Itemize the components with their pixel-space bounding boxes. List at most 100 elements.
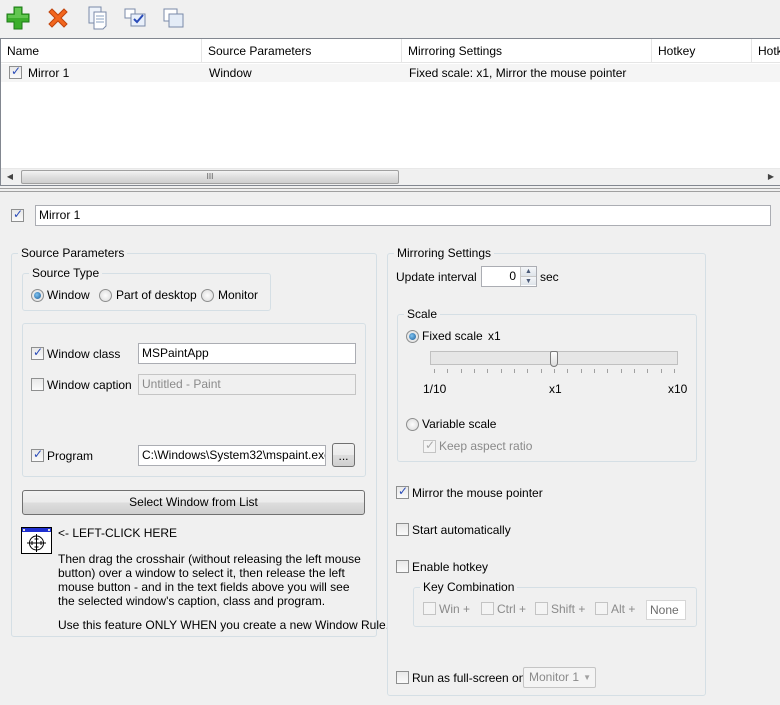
modifier-win-label[interactable]: Win + <box>439 602 470 616</box>
keep-aspect-label[interactable]: Keep aspect ratio <box>439 439 532 453</box>
scroll-right-icon[interactable]: ▶ <box>765 171 777 183</box>
dropdown-arrow-icon: ▼ <box>583 673 591 682</box>
check-list-icon <box>124 8 146 27</box>
mirror-pointer-checkbox[interactable] <box>396 484 409 499</box>
fullscreen-monitor-select[interactable]: Monitor 1 ▼ <box>523 667 596 688</box>
variable-scale-label[interactable]: Variable scale <box>422 417 496 431</box>
list-header: Name Source Parameters Mirroring Setting… <box>1 39 780 63</box>
spin-up-icon[interactable]: ▲ <box>521 267 536 276</box>
window-caption-input[interactable]: Untitled - Paint <box>138 374 356 395</box>
source-type-window-radio[interactable] <box>31 289 44 302</box>
enable-hotkey-checkbox[interactable] <box>396 560 409 573</box>
window-class-input[interactable]: MSPaintApp <box>138 343 356 364</box>
row-mirroring: Fixed scale: x1, Mirror the mouse pointe… <box>409 66 627 80</box>
scale-title: Scale <box>404 307 441 321</box>
source-type-desktop-radio[interactable] <box>99 289 112 302</box>
modifier-win-checkbox[interactable] <box>423 602 436 615</box>
fullscreen-monitor-value: Monitor 1 <box>529 670 580 684</box>
modifier-shift-label[interactable]: Shift + <box>551 602 585 616</box>
window-class-label[interactable]: Window class <box>47 347 120 361</box>
slider-max-label: x10 <box>668 382 688 396</box>
left-click-here-label: <- LEFT-CLICK HERE <box>58 526 178 540</box>
slider-tick <box>540 369 542 373</box>
fullscreen-checkbox[interactable] <box>396 671 409 684</box>
browse-program-button[interactable]: ... <box>332 443 355 467</box>
rule-enabled-checkbox[interactable] <box>11 207 24 222</box>
slider-tick <box>607 369 609 373</box>
source-type-window-label[interactable]: Window <box>47 288 90 302</box>
rule-name-input[interactable]: Mirror 1 <box>35 205 771 226</box>
modifier-ctrl-checkbox[interactable] <box>481 602 494 615</box>
column-header-source[interactable]: Source Parameters <box>202 39 402 63</box>
horizontal-scrollbar[interactable]: ◀ III ▶ <box>1 168 780 185</box>
window-caption-checkbox[interactable] <box>31 378 44 391</box>
program-checkbox[interactable] <box>31 447 44 462</box>
modifier-shift-checkbox[interactable] <box>535 602 548 615</box>
spin-down-icon[interactable]: ▼ <box>521 276 536 285</box>
slider-tick <box>447 369 449 373</box>
start-automatically-label[interactable]: Start automatically <box>412 523 511 537</box>
table-row[interactable]: Mirror 1 Window Fixed scale: x1, Mirror … <box>1 64 780 82</box>
mirroring-settings-title: Mirroring Settings <box>394 246 495 260</box>
modifier-alt-label[interactable]: Alt + <box>611 602 635 616</box>
scale-slider-ticks <box>430 369 678 374</box>
enable-hotkey-label[interactable]: Enable hotkey <box>412 560 488 574</box>
rules-list[interactable]: Name Source Parameters Mirroring Setting… <box>0 38 780 186</box>
slider-tick <box>514 369 515 373</box>
scale-slider-thumb[interactable] <box>550 351 558 367</box>
duplicate-windows-button[interactable] <box>160 4 188 32</box>
source-type-desktop-label[interactable]: Part of desktop <box>116 288 197 302</box>
column-header-mirroring[interactable]: Mirroring Settings <box>402 39 652 63</box>
start-automatically-checkbox[interactable] <box>396 523 409 536</box>
update-interval-unit: sec <box>540 270 559 284</box>
splitter[interactable] <box>0 188 780 192</box>
program-input[interactable]: C:\Windows\System32\mspaint.exe <box>138 445 326 466</box>
window-finder-crosshair[interactable] <box>21 527 52 554</box>
column-header-hotkey-2[interactable]: Hotk <box>752 39 780 63</box>
delete-rule-button[interactable] <box>44 4 72 32</box>
instructions-warning-text: Use this feature ONLY WHEN you create a … <box>58 618 390 632</box>
fullscreen-label[interactable]: Run as full-screen on <box>412 671 525 685</box>
keep-aspect-checkbox[interactable] <box>423 438 436 453</box>
source-type-monitor-label[interactable]: Monitor <box>218 288 258 302</box>
slider-tick <box>660 369 662 373</box>
slider-tick <box>674 369 675 373</box>
program-label[interactable]: Program <box>47 449 93 463</box>
column-header-name[interactable]: Name <box>1 39 202 63</box>
row-enabled-checkbox[interactable] <box>9 64 22 79</box>
slider-tick <box>620 369 622 373</box>
mirror-pointer-label[interactable]: Mirror the mouse pointer <box>412 486 543 500</box>
window-caption-label[interactable]: Window caption <box>47 378 132 392</box>
slider-tick <box>634 369 635 373</box>
copy-rule-button[interactable] <box>84 4 112 32</box>
slider-min-label: 1/10 <box>423 382 447 396</box>
scrollbar-thumb[interactable]: III <box>21 170 399 184</box>
slider-tick <box>487 369 489 373</box>
source-type-monitor-radio[interactable] <box>201 289 214 302</box>
row-name: Mirror 1 <box>28 66 70 80</box>
update-interval-spinner[interactable]: ▲ ▼ <box>520 267 536 286</box>
slider-tick <box>567 369 569 373</box>
scroll-left-icon[interactable]: ◀ <box>4 171 16 183</box>
column-header-hotkey[interactable]: Hotkey <box>652 39 752 63</box>
slider-tick <box>474 369 475 373</box>
hotkey-key-input[interactable]: None <box>646 600 686 620</box>
source-type-title: Source Type <box>29 266 103 280</box>
slider-tick <box>434 369 435 373</box>
select-window-from-list-button[interactable]: Select Window from List <box>22 490 365 515</box>
instructions-text: Then drag the crosshair (without releasi… <box>58 552 361 608</box>
check-all-button[interactable] <box>122 4 150 32</box>
variable-scale-radio[interactable] <box>406 418 419 431</box>
add-rule-button[interactable] <box>4 4 32 32</box>
fixed-scale-label[interactable]: Fixed scale <box>422 329 483 343</box>
modifier-alt-checkbox[interactable] <box>595 602 608 615</box>
fixed-scale-radio[interactable] <box>406 330 419 343</box>
source-parameters-title: Source Parameters <box>18 246 128 260</box>
slider-tick <box>527 369 529 373</box>
fixed-scale-value: x1 <box>488 329 501 343</box>
modifier-ctrl-label[interactable]: Ctrl + <box>497 602 526 616</box>
slider-tick <box>594 369 595 373</box>
crosshair-window-icon <box>21 527 52 554</box>
slider-tick <box>580 369 582 373</box>
window-class-checkbox[interactable] <box>31 345 44 360</box>
